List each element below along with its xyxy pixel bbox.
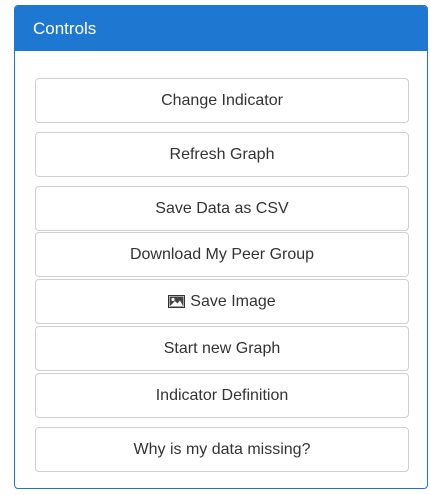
save-csv-button[interactable]: Save Data as CSV xyxy=(35,186,409,231)
save-image-label: Save Image xyxy=(190,292,276,310)
why-data-missing-button[interactable]: Why is my data missing? xyxy=(35,427,409,472)
controls-panel: Controls Change Indicator Refresh Graph … xyxy=(14,5,428,489)
indicator-definition-button[interactable]: Indicator Definition xyxy=(35,373,409,418)
why-data-missing-label: Why is my data missing? xyxy=(133,440,311,458)
refresh-graph-button[interactable]: Refresh Graph xyxy=(35,132,409,177)
refresh-graph-label: Refresh Graph xyxy=(169,145,275,163)
save-csv-label: Save Data as CSV xyxy=(155,199,289,217)
change-indicator-button[interactable]: Change Indicator xyxy=(35,78,409,123)
save-image-button[interactable]: Save Image xyxy=(35,279,409,324)
panel-heading: Controls xyxy=(15,6,427,51)
picture-icon xyxy=(168,295,186,308)
download-peer-group-label: Download My Peer Group xyxy=(129,245,315,263)
panel-title: Controls xyxy=(33,19,97,38)
start-new-graph-button[interactable]: Start new Graph xyxy=(35,326,409,371)
start-new-graph-label: Start new Graph xyxy=(163,339,281,357)
change-indicator-label: Change Indicator xyxy=(161,91,283,109)
download-peer-group-button[interactable]: Download My Peer Group xyxy=(35,232,409,277)
indicator-definition-label: Indicator Definition xyxy=(155,386,289,404)
